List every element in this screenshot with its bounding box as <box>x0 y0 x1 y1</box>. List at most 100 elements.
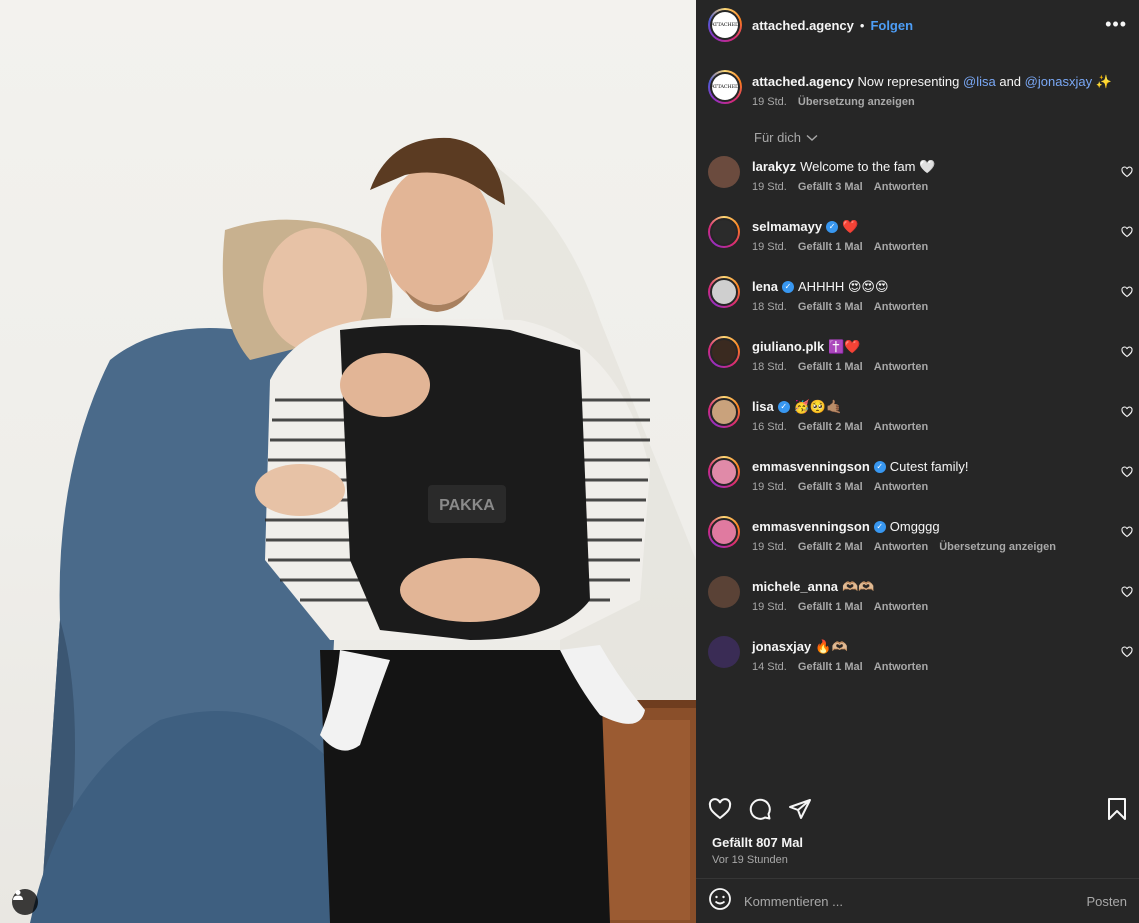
commenter-username[interactable]: michele_anna <box>752 578 838 595</box>
comment-likes[interactable]: Gefällt 2 Mal <box>798 421 863 433</box>
comment-likes[interactable]: Gefällt 2 Mal <box>798 541 863 553</box>
commenter-avatar[interactable] <box>708 456 740 488</box>
comment-time: 19 Std. <box>752 541 787 553</box>
comment-item: selmamayy ✓ ❤️ 19 Std. Gefällt 1 Mal Ant… <box>708 215 1133 275</box>
comment-text: ❤️ <box>842 219 859 234</box>
commenter-username[interactable]: selmamayy <box>752 218 822 235</box>
comment-filter-label: Für dich <box>754 130 801 145</box>
translate-link[interactable]: Übersetzung anzeigen <box>798 96 915 108</box>
comment-time: 18 Std. <box>752 361 787 373</box>
caption-joiner: and <box>999 74 1022 89</box>
comment-like-button[interactable] <box>1121 345 1133 363</box>
commenter-avatar[interactable] <box>708 636 740 668</box>
share-button[interactable] <box>788 797 812 826</box>
heart-icon <box>1121 646 1133 658</box>
comment-like-button[interactable] <box>1121 165 1133 183</box>
user-icon <box>13 890 23 900</box>
commenter-avatar-image <box>710 518 738 546</box>
post-image: PAKKA <box>30 137 696 923</box>
commenter-username[interactable]: lena <box>752 278 778 295</box>
commenter-username[interactable]: emmasvenningson <box>752 458 870 475</box>
comment-like-button[interactable] <box>1121 465 1133 483</box>
commenter-username[interactable]: lisa <box>752 398 774 415</box>
like-button[interactable] <box>708 797 732 826</box>
caption-time: 19 Std. <box>752 96 787 108</box>
comment-text: ✝️❤️ <box>828 339 861 354</box>
comment-like-button[interactable] <box>1121 405 1133 423</box>
author-username[interactable]: attached.agency <box>752 18 854 33</box>
comment-likes[interactable]: Gefällt 3 Mal <box>798 181 863 193</box>
reply-button[interactable]: Antworten <box>874 241 928 253</box>
post-photo[interactable]: PAKKA <box>0 0 696 923</box>
commenter-avatar[interactable] <box>708 276 740 308</box>
comment-input[interactable] <box>744 893 1079 909</box>
likes-count[interactable]: Gefällt 807 Mal <box>712 835 803 850</box>
reply-button[interactable]: Antworten <box>874 481 928 493</box>
save-button[interactable] <box>1107 797 1127 826</box>
comment-filter-dropdown[interactable]: Für dich <box>754 130 818 145</box>
post-age: Vor 19 Stunden <box>712 854 788 866</box>
verified-badge-icon: ✓ <box>782 280 795 293</box>
comment-like-button[interactable] <box>1121 645 1133 663</box>
reply-button[interactable]: Antworten <box>874 301 928 313</box>
heart-icon <box>1121 526 1133 538</box>
commenter-avatar-image <box>708 576 740 608</box>
verified-badge-icon: ✓ <box>826 220 839 233</box>
comment-likes[interactable]: Gefällt 1 Mal <box>798 661 863 673</box>
commenter-avatar[interactable] <box>708 336 740 368</box>
verified-badge-icon: ✓ <box>873 460 886 473</box>
caption-author-avatar[interactable]: ATTACHED <box>708 70 742 104</box>
comment-translate-link[interactable]: Übersetzung anzeigen <box>939 541 1056 553</box>
author-avatar[interactable]: ATTACHED <box>708 8 742 42</box>
reply-button[interactable]: Antworten <box>874 661 928 673</box>
comment-like-button[interactable] <box>1121 285 1133 303</box>
comment-like-button[interactable] <box>1121 225 1133 243</box>
mention-jonasxjay[interactable]: @jonasxjay <box>1025 74 1092 89</box>
commenter-avatar[interactable] <box>708 576 740 608</box>
reply-button[interactable]: Antworten <box>874 421 928 433</box>
comment-text: 🔥🫶🏼 <box>815 639 848 654</box>
tagged-users-button[interactable] <box>12 889 38 915</box>
comment-time: 18 Std. <box>752 301 787 313</box>
reply-button[interactable]: Antworten <box>874 361 928 373</box>
author-avatar-logo: ATTACHED <box>712 12 738 38</box>
comment-item: emmasvenningson ✓ Omgggg 19 Std. Gefällt… <box>708 515 1133 575</box>
commenter-username[interactable]: giuliano.plk <box>752 338 824 355</box>
comment-likes[interactable]: Gefällt 1 Mal <box>798 601 863 613</box>
commenter-avatar[interactable] <box>708 516 740 548</box>
commenter-username[interactable]: jonasxjay <box>752 638 811 655</box>
reply-button[interactable]: Antworten <box>874 541 928 553</box>
commenter-username[interactable]: larakyz <box>752 158 796 175</box>
commenter-avatar[interactable] <box>708 216 740 248</box>
commenter-avatar[interactable] <box>708 156 740 188</box>
comment-likes[interactable]: Gefällt 1 Mal <box>798 361 863 373</box>
comments-list: larakyz Welcome to the fam 🤍 19 Std. Gef… <box>708 155 1133 695</box>
commenter-avatar[interactable] <box>708 396 740 428</box>
comment-like-button[interactable] <box>1121 525 1133 543</box>
caption-username[interactable]: attached.agency <box>752 74 854 89</box>
heart-icon <box>1121 466 1133 478</box>
comment-button[interactable] <box>748 797 772 826</box>
comment-like-button[interactable] <box>1121 585 1133 603</box>
more-options-icon[interactable]: ••• <box>1105 14 1127 35</box>
post-caption: ATTACHED attached.agency Now representin… <box>708 70 1128 108</box>
comment-item: michele_anna 🫶🏼🫶🏼 19 Std. Gefällt 1 Mal … <box>708 575 1133 635</box>
comment-item: emmasvenningson ✓ Cutest family! 19 Std.… <box>708 455 1133 515</box>
commenter-username[interactable]: emmasvenningson <box>752 518 870 535</box>
commenter-avatar-image <box>710 458 738 486</box>
comment-likes[interactable]: Gefällt 3 Mal <box>798 301 863 313</box>
reply-button[interactable]: Antworten <box>874 601 928 613</box>
caption-text: Now representing <box>857 74 960 89</box>
reply-button[interactable]: Antworten <box>874 181 928 193</box>
commenter-avatar-image <box>708 156 740 188</box>
comment-likes[interactable]: Gefällt 1 Mal <box>798 241 863 253</box>
comment-time: 14 Std. <box>752 661 787 673</box>
comment-text: Omgggg <box>889 519 940 534</box>
follow-button[interactable]: Folgen <box>870 18 913 33</box>
commenter-avatar-image <box>708 636 740 668</box>
comment-time: 19 Std. <box>752 181 787 193</box>
post-comment-button[interactable]: Posten <box>1087 894 1127 909</box>
mention-lisa[interactable]: @lisa <box>963 74 996 89</box>
comment-likes[interactable]: Gefällt 3 Mal <box>798 481 863 493</box>
emoji-picker-button[interactable] <box>708 887 732 916</box>
